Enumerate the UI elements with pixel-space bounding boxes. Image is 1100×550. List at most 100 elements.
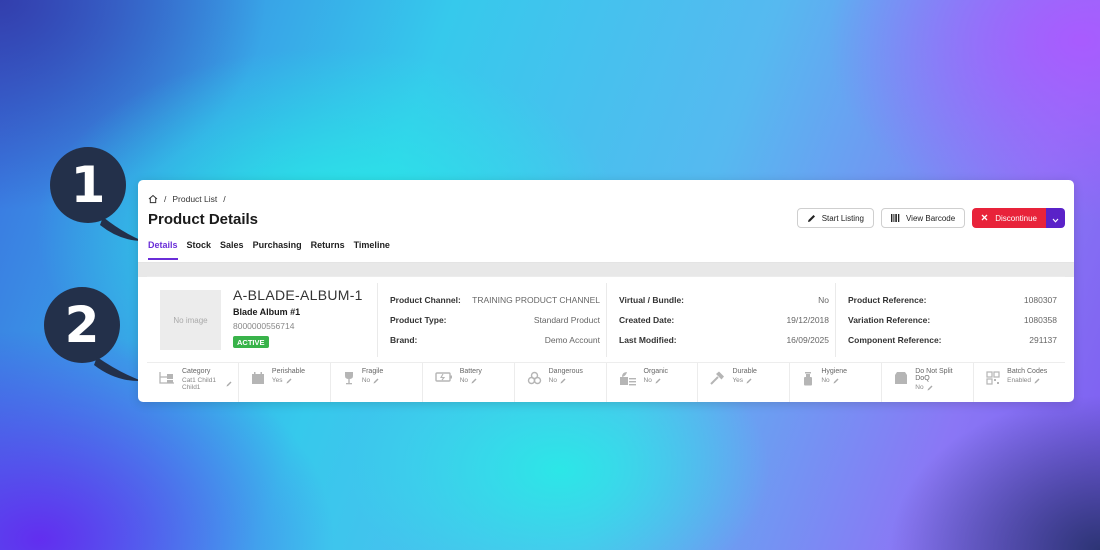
pencil-icon[interactable] [1034, 378, 1040, 384]
tab-stock[interactable]: Stock [187, 240, 212, 260]
detail-value: 1080358 [1023, 315, 1057, 325]
pencil-icon[interactable] [286, 378, 292, 384]
attr-hygiene: Hygiene No [790, 363, 883, 402]
discontinue-dropdown-toggle[interactable] [1046, 208, 1065, 228]
attr-value-text: No [548, 377, 557, 384]
breadcrumb-product-list[interactable]: Product List [172, 194, 217, 204]
pencil-icon[interactable] [560, 378, 566, 384]
page-header: / Product List / Product Details Details… [138, 180, 1074, 263]
tab-bar: Details Stock Sales Purchasing Returns T… [148, 240, 390, 260]
attr-label: Batch Codes [1007, 368, 1048, 375]
attr-value-text: Cat1 Child1 Child1 [182, 377, 216, 391]
detail-value: TRAINING PRODUCT CHANNEL [472, 295, 600, 305]
pencil-icon[interactable] [746, 378, 752, 384]
attr-value-text: No [361, 377, 371, 384]
details-column-1: Product Channel: TRAINING PRODUCT CHANNEL… [377, 283, 606, 357]
pencil-icon[interactable] [833, 378, 839, 384]
attr-value[interactable]: No [362, 377, 383, 384]
detail-key: Brand: [390, 335, 418, 345]
attr-value[interactable]: Yes [732, 377, 757, 384]
attr-value[interactable]: No [915, 384, 967, 391]
attr-value-text: No [821, 377, 830, 384]
tab-timeline[interactable]: Timeline [354, 240, 390, 260]
attr-value[interactable]: Cat1 Child1 Child1 [182, 377, 232, 391]
page-title: Product Details [148, 211, 259, 228]
detail-key: Virtual / Bundle: [619, 295, 685, 305]
attr-organic: Organic No [607, 363, 699, 402]
pencil-icon[interactable] [373, 378, 379, 384]
attr-durable: Durable Yes [698, 363, 791, 402]
product-details-card: / Product List / Product Details Details… [138, 180, 1074, 402]
attr-label: Hygiene [821, 368, 848, 375]
marker-number-2: 2 [64, 296, 100, 354]
attr-fragile: Fragile No [331, 363, 423, 402]
start-listing-button[interactable]: Start Listing [796, 208, 874, 228]
box-icon [894, 371, 908, 385]
attr-value[interactable]: No [821, 377, 847, 384]
hammer-icon [710, 371, 725, 386]
detail-value: Demo Account [544, 335, 600, 345]
section-divider [138, 263, 1074, 277]
detail-key: Product Reference: [848, 295, 927, 305]
pencil-icon [807, 214, 816, 223]
discontinue-button[interactable]: Discontinue [972, 208, 1046, 228]
detail-row: Component Reference: 291137 [848, 330, 1057, 350]
discontinue-label: Discontinue [995, 213, 1037, 223]
tab-details[interactable]: Details [148, 240, 178, 260]
attr-value-text: Enabled [1007, 377, 1032, 384]
product-summary: No image A-BLADE-ALBUM-1 Blade Album #1 … [147, 276, 1065, 402]
detail-key: Product Type: [390, 315, 447, 325]
attr-label: Fragile [361, 368, 384, 375]
detail-key: Component Reference: [848, 335, 942, 345]
pencil-icon[interactable] [655, 378, 661, 384]
pencil-icon[interactable] [471, 378, 477, 384]
tab-purchasing[interactable]: Purchasing [253, 240, 302, 260]
attr-label: Perishable [271, 368, 305, 375]
detail-key: Product Channel: [390, 295, 461, 305]
attr-label: Battery [459, 368, 482, 375]
product-image-placeholder[interactable]: No image [160, 290, 221, 350]
detail-row: Brand: Demo Account [390, 330, 600, 350]
detail-row: Created Date: 19/12/2018 [619, 310, 829, 330]
pencil-icon[interactable] [226, 381, 232, 387]
attr-value[interactable]: No [460, 377, 482, 384]
status-badge: ACTIVE [233, 336, 269, 348]
details-column-3: Product Reference: 1080307 Variation Refe… [835, 283, 1063, 357]
attr-value-text: Yes [271, 377, 283, 384]
detail-row: Product Reference: 1080307 [848, 290, 1057, 310]
detail-value: Standard Product [533, 315, 600, 325]
attr-category: Category Cat1 Child1 Child1 [147, 363, 239, 402]
attr-value[interactable]: No [644, 377, 669, 384]
detail-value: 291137 [1029, 335, 1057, 345]
discontinue-split-button: Discontinue [972, 208, 1065, 228]
detail-key: Variation Reference: [848, 315, 931, 325]
detail-row: Virtual / Bundle: No [619, 290, 829, 310]
battery-icon [435, 371, 453, 383]
detail-key: Created Date: [619, 315, 675, 325]
detail-value: 1080307 [1023, 295, 1057, 305]
attr-value[interactable]: Yes [272, 377, 305, 384]
detail-value: 16/09/2025 [786, 335, 829, 345]
view-barcode-button[interactable]: View Barcode [880, 208, 966, 228]
tab-sales[interactable]: Sales [220, 240, 244, 260]
spray-icon [802, 371, 814, 386]
tab-returns[interactable]: Returns [311, 240, 345, 260]
marker-number-1: 1 [70, 156, 106, 214]
attr-label: Do Not Split DoQ [915, 368, 953, 382]
attribute-row: Category Cat1 Child1 Child1 Perishable Yes… [147, 363, 1065, 402]
attr-value-text: No [915, 384, 924, 391]
attr-value[interactable]: No [549, 377, 583, 384]
detail-value: 19/12/2018 [786, 315, 829, 325]
calendar-icon [251, 371, 265, 385]
biohazard-icon [527, 371, 542, 386]
breadcrumb-sep: / [164, 194, 167, 204]
pencil-icon[interactable] [927, 385, 933, 391]
home-icon[interactable] [148, 194, 158, 204]
attr-label: Dangerous [548, 368, 583, 375]
attr-label: Organic [643, 368, 669, 375]
attr-dangerous: Dangerous No [515, 363, 607, 402]
organic-icon [619, 371, 637, 386]
attr-value[interactable]: Enabled [1007, 377, 1047, 384]
chevron-down-icon [1052, 211, 1059, 226]
step-marker-1: 1 [48, 145, 143, 241]
